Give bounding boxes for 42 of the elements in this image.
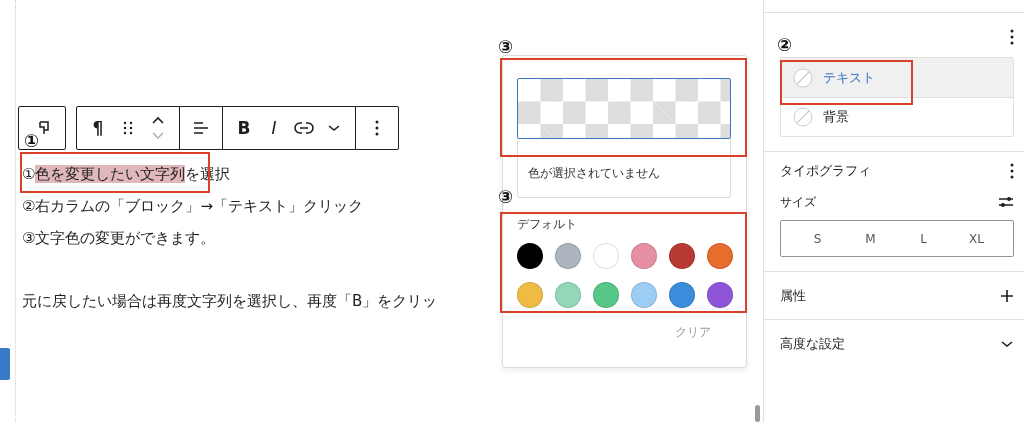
section-title[interactable]: 高度な設定 <box>780 334 845 353</box>
color-swatch[interactable] <box>631 243 657 269</box>
more-options-icon[interactable] <box>1010 163 1014 179</box>
color-swatch[interactable] <box>631 282 657 308</box>
paragraph-text: ②右カラムの「ブロック」→「テキスト」クリック <box>22 196 363 217</box>
size-option[interactable]: L <box>897 221 950 256</box>
size-option[interactable]: M <box>844 221 897 256</box>
color-setting-item[interactable]: 背景 <box>781 97 1013 136</box>
scrollbar-thumb[interactable] <box>755 405 760 422</box>
palette-title: デフォルト <box>517 216 578 233</box>
color-setting-item[interactable]: テキスト <box>781 58 1013 97</box>
annotation-number: ② <box>777 34 793 56</box>
color-swatch[interactable] <box>593 282 619 308</box>
plus-icon[interactable] <box>1000 288 1014 303</box>
section-title: タイポグラフィ <box>780 162 871 180</box>
paragraph-text: ③文字色の変更ができます。 <box>22 228 216 249</box>
no-color-text: 色が選択されていません <box>528 166 660 180</box>
color-swatch[interactable] <box>669 282 695 308</box>
italic-button[interactable]: I <box>263 114 285 142</box>
more-options-icon[interactable] <box>1010 29 1014 45</box>
size-option[interactable]: S <box>791 221 844 256</box>
color-swatch[interactable] <box>707 243 733 269</box>
annotation-number: ① <box>24 130 40 152</box>
color-swatch[interactable] <box>555 243 581 269</box>
no-color-icon <box>793 107 813 127</box>
color-swatch[interactable] <box>707 282 733 308</box>
chevron-down-icon[interactable] <box>1000 338 1014 349</box>
annotation-number: ③ <box>498 186 514 208</box>
color-swatch[interactable] <box>517 243 543 269</box>
color-swatch[interactable] <box>593 243 619 269</box>
paragraph-text: 元に戻したい場合は再度文字列を選択し、再度「B」をクリッ <box>22 291 438 312</box>
sliders-icon[interactable] <box>998 195 1014 209</box>
color-swatch[interactable] <box>555 282 581 308</box>
no-color-icon <box>793 67 813 88</box>
color-swatch[interactable] <box>669 243 695 269</box>
paragraph-button[interactable]: ¶ <box>87 114 109 142</box>
annotation-number: ③ <box>498 36 514 58</box>
size-option[interactable]: XL <box>950 221 1003 256</box>
size-label: サイズ <box>780 193 816 211</box>
section-title[interactable]: 属性 <box>780 286 806 305</box>
color-swatch[interactable] <box>517 282 543 308</box>
bold-button[interactable]: B <box>233 114 255 142</box>
